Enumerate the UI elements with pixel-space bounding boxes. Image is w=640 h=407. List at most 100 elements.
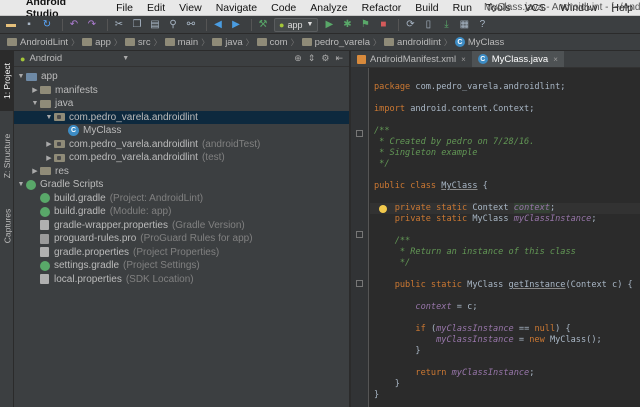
sync-gradle-icon[interactable]: ⟳ [403,18,417,32]
open-folder-icon[interactable]: ▬ [4,18,18,32]
code-line: * Return an instance of this class [374,247,633,258]
tree-node-package-androidtest[interactable]: ▶ com.pedro_varela.androidlint (androidTes… [14,138,349,152]
tree-node-settings-gradle[interactable]: settings.gradle (Project Settings) [14,259,349,273]
tab-captures[interactable]: Captures [0,201,14,251]
chevron-down-icon[interactable]: ▼ [122,55,129,62]
menu-view[interactable]: View [172,2,209,14]
menu-edit[interactable]: Edit [140,2,172,14]
breadcrumb-item[interactable]: src [122,37,154,48]
tree-node-package-test[interactable]: ▶ com.pedro_varela.androidlint (test) [14,151,349,165]
run-configuration-select[interactable]: ● app ▼ [274,17,319,32]
undo-icon[interactable]: ↶ [67,18,81,32]
breadcrumb-item[interactable]: main [162,37,202,48]
fold-marker-icon[interactable] [356,231,363,238]
attach-debugger-icon[interactable]: ⚑ [358,18,372,32]
redo-icon[interactable]: ↷ [85,18,99,32]
code-line: import android.content.Context; [374,104,633,115]
tree-node-build-gradle-module[interactable]: build.gradle (Module: app) [14,205,349,219]
avd-manager-icon[interactable]: ▯ [421,18,435,32]
tree-node-gradle-wrapper[interactable]: gradle-wrapper.properties (Gradle Version… [14,219,349,233]
collapse-arrow-icon[interactable]: ▶ [30,86,40,94]
save-all-icon[interactable]: ▪ [22,18,36,32]
code-text: Context [467,203,514,213]
folder-icon [7,38,17,46]
tab-project[interactable]: 1: Project [0,51,14,111]
collapse-arrow-icon[interactable]: ▶ [30,167,40,175]
sync-icon[interactable]: ↻ [40,18,54,32]
tab-structure[interactable]: Z: Structure [0,121,14,191]
sdk-manager-icon[interactable]: ⤓ [439,18,453,32]
hide-panel-icon[interactable]: ⇤ [335,53,343,64]
breadcrumb-item[interactable]: com [254,37,291,48]
fold-marker-icon[interactable] [356,280,363,287]
debug-icon[interactable]: ✱ [340,18,354,32]
menu-analyze[interactable]: Analyze [303,2,354,14]
tree-node-label: settings.gradle [54,260,120,272]
replace-icon[interactable]: ⚯ [184,18,198,32]
close-icon[interactable]: × [461,55,466,64]
tree-node-proguard[interactable]: proguard-rules.pro (ProGuard Rules for ap… [14,232,349,246]
menu-run[interactable]: Run [446,2,479,14]
code-line: package com.pedro_varela.androidlint; [374,82,633,93]
tree-node-myclass[interactable]: C MyClass [14,124,349,138]
code-line: } [374,379,633,390]
paste-icon[interactable]: ▤ [148,18,162,32]
fold-marker-icon[interactable] [356,130,363,137]
tree-node-gradle-scripts[interactable]: ▼ Gradle Scripts [14,178,349,192]
tab-myclass[interactable]: C MyClass.java × [471,51,564,67]
android-monitor-icon[interactable]: ▦ [457,18,471,32]
tree-node-res[interactable]: ▶ res [14,165,349,179]
main-toolbar: ▬ ▪ ↻ ↶ ↷ ✂ ❐ ▤ ⚲ ⚯ ◀ ▶ ⚒ ● app ▼ ▶ ✱ ⚑ … [0,16,640,34]
properties-file-icon [40,274,49,285]
collapse-all-icon[interactable]: ⇕ [308,53,316,64]
menu-navigate[interactable]: Navigate [209,2,264,14]
toolbar-separator [251,18,252,31]
menu-refactor[interactable]: Refactor [355,2,409,14]
run-icon[interactable]: ▶ [322,18,336,32]
code-text: com.pedro_varela.androidlint; [410,82,566,92]
stop-icon[interactable]: ■ [376,18,390,32]
settings-gear-icon[interactable]: ⚙ [321,53,329,64]
close-icon[interactable]: × [553,55,558,64]
tree-node-package[interactable]: ▼ com.pedro_varela.androidlint [14,110,349,124]
forward-icon[interactable]: ▶ [229,18,243,32]
back-icon[interactable]: ◀ [211,18,225,32]
expand-arrow-icon[interactable]: ▼ [16,73,26,80]
code-text: ) { [555,324,571,334]
make-project-icon[interactable]: ⚒ [256,18,270,32]
tree-node-local-properties[interactable]: local.properties (SDK Location) [14,273,349,287]
tree-node-java[interactable]: ▼ java [14,97,349,111]
breadcrumb-item[interactable]: pedro_varela [299,37,373,48]
copy-icon[interactable]: ❐ [130,18,144,32]
expand-arrow-icon[interactable]: ▼ [16,181,26,188]
scroll-from-source-icon[interactable]: ⊕ [294,53,302,64]
breadcrumb-item[interactable]: C MyClass [452,37,507,48]
collapse-arrow-icon[interactable]: ▶ [44,154,54,162]
tree-node-label: com.pedro_varela.androidlint [69,152,198,164]
menu-code[interactable]: Code [264,2,303,14]
collapse-arrow-icon[interactable]: ▶ [44,140,54,148]
tab-androidmanifest[interactable]: AndroidManifest.xml × [351,51,472,67]
tree-node-build-gradle-project[interactable]: build.gradle (Project: AndroidLint) [14,192,349,206]
tree-node-app[interactable]: ▼ app [14,70,349,84]
code-comment: /** [394,236,411,246]
tab-structure-label: Z: Structure [2,133,12,179]
tree-node-manifests[interactable]: ▶ manifests [14,84,349,98]
menu-file[interactable]: File [109,2,140,14]
folder-icon [212,38,223,46]
breadcrumb-item[interactable]: androidlint [381,37,444,48]
tree-node-label: res [55,165,69,177]
cut-icon[interactable]: ✂ [112,18,126,32]
help-icon[interactable]: ? [475,18,489,32]
find-icon[interactable]: ⚲ [166,18,180,32]
expand-arrow-icon[interactable]: ▼ [44,114,54,121]
breadcrumb-item[interactable]: java [209,37,245,48]
breadcrumb-item[interactable]: app [79,37,114,48]
menu-build[interactable]: Build [408,2,445,14]
tree-node-gradle-properties[interactable]: gradle.properties (Project Properties) [14,246,349,260]
project-view-selector[interactable]: Android [29,53,62,64]
expand-arrow-icon[interactable]: ▼ [30,100,40,107]
code-line: public class MyClass { [374,181,633,192]
breadcrumb-item[interactable]: AndroidLint [4,37,71,48]
source-code[interactable]: package com.pedro_varela.androidlint;imp… [374,71,633,407]
